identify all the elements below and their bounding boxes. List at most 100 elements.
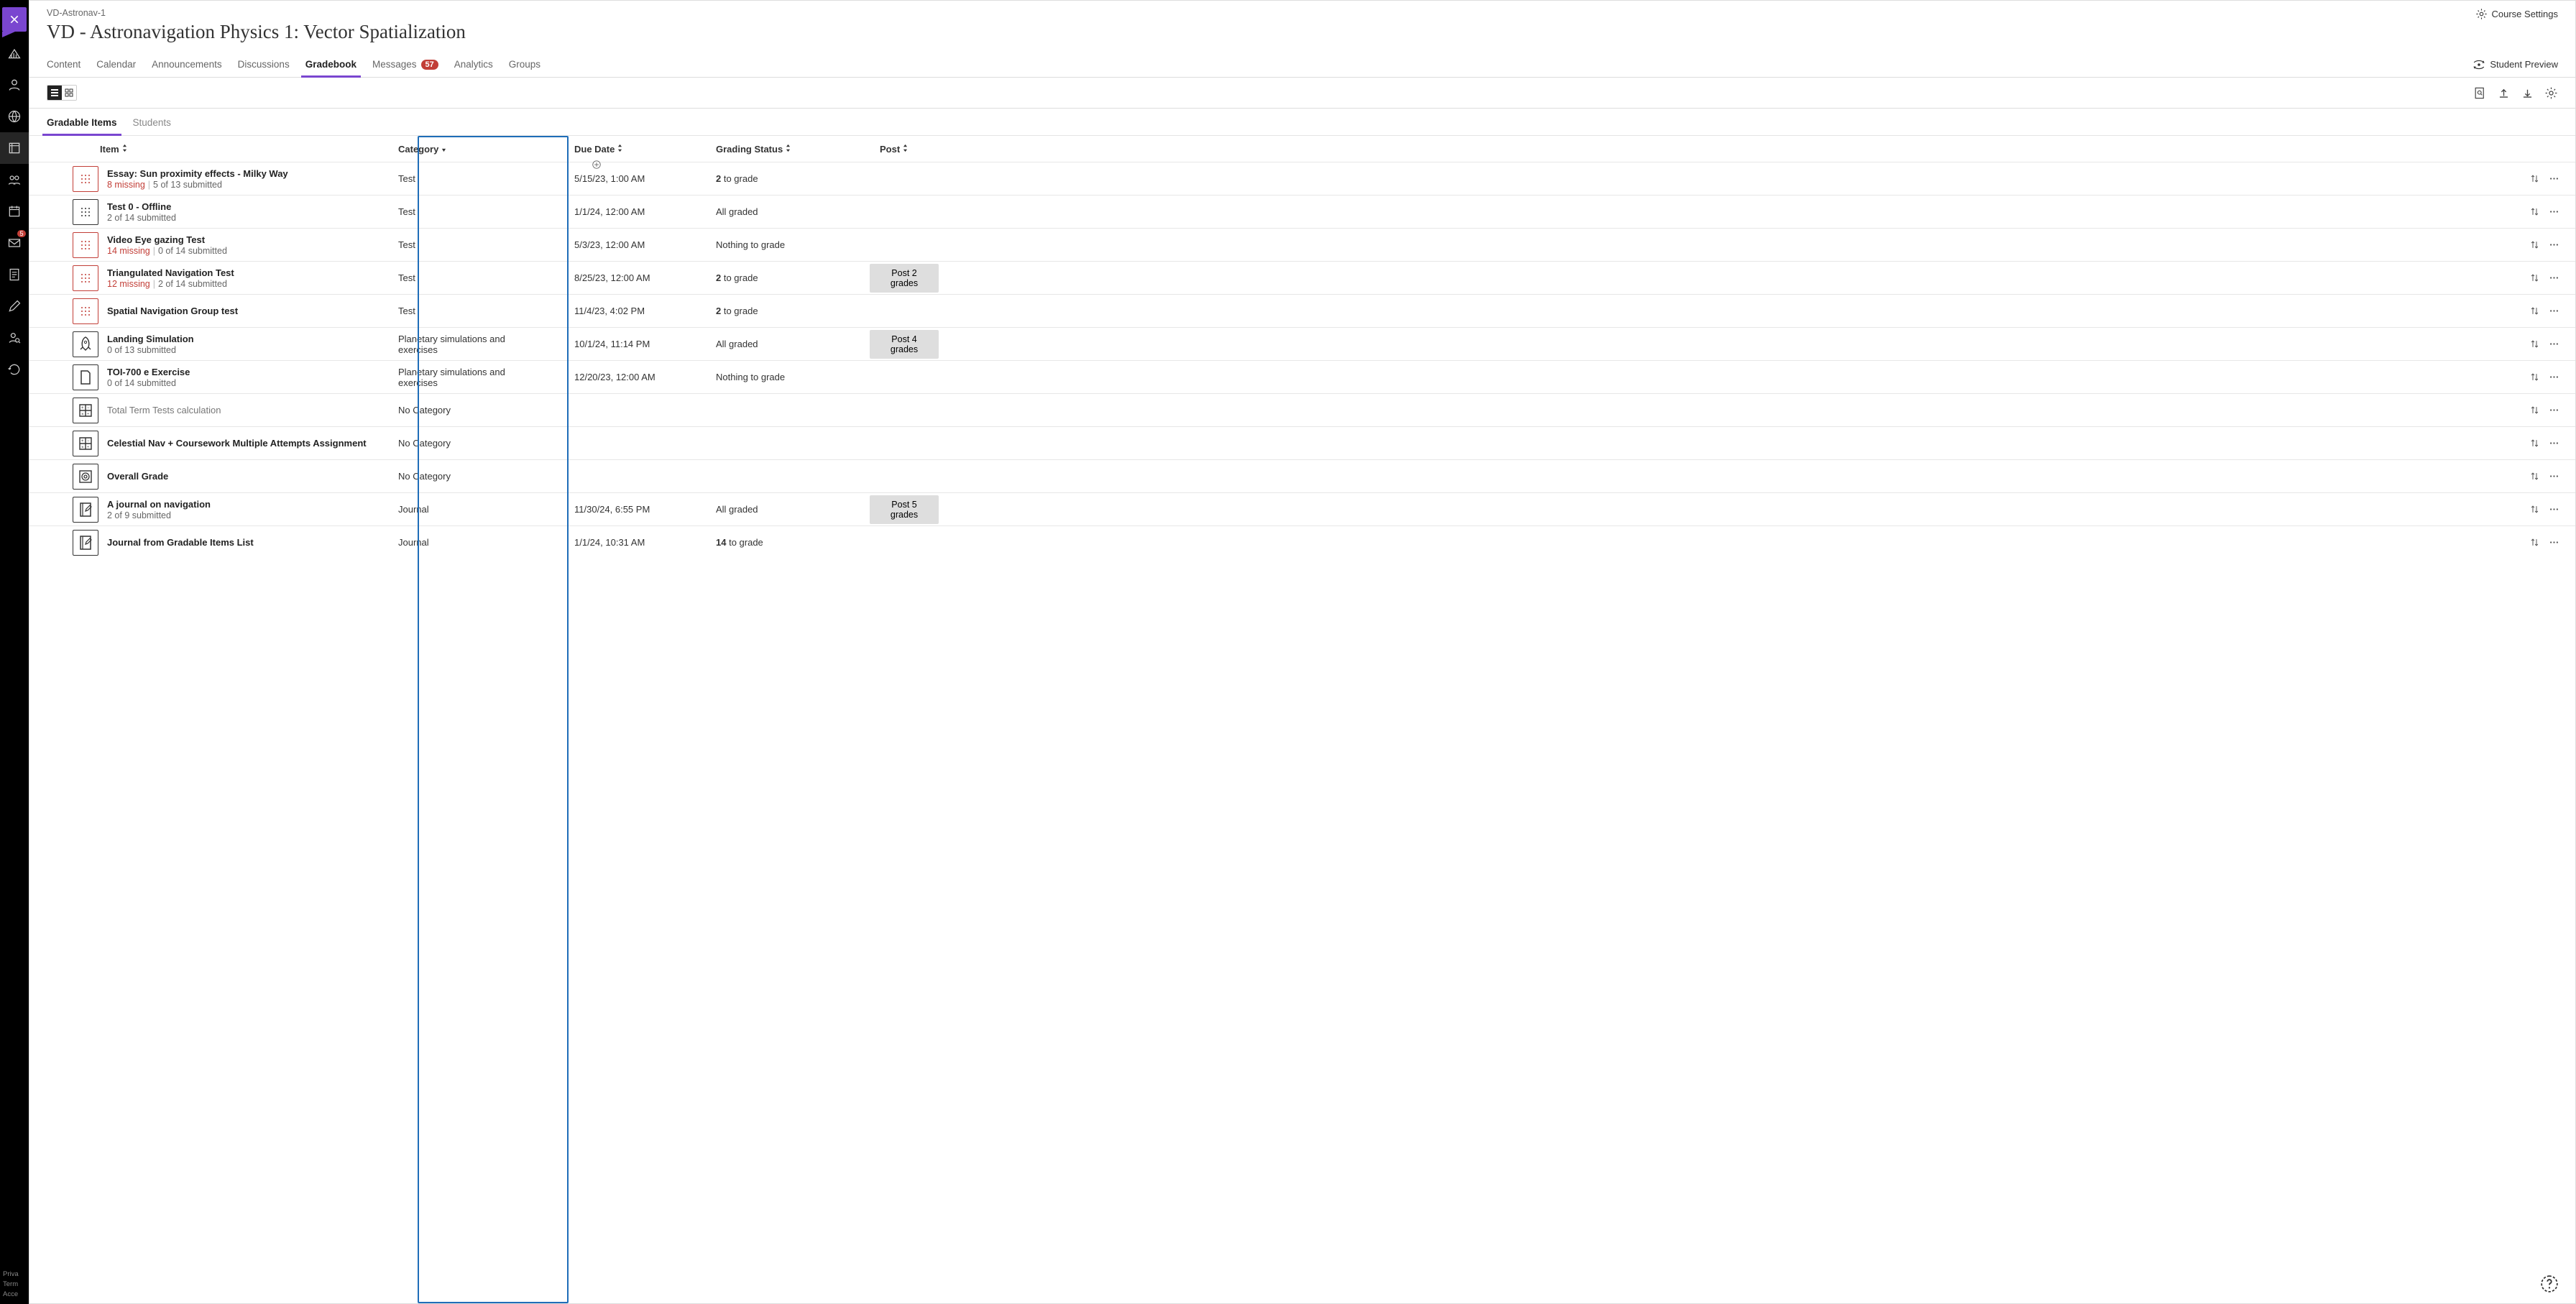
category-cell: Test <box>389 239 540 250</box>
row-menu-button[interactable] <box>2549 339 2559 349</box>
item-type-icon <box>73 265 98 291</box>
tab-calendar[interactable]: Calendar <box>96 52 136 77</box>
nav-institution-icon[interactable] <box>0 37 29 69</box>
row-menu-button[interactable] <box>2549 206 2559 217</box>
category-cell: Planetary simulations and exercises <box>389 334 540 355</box>
nav-profile-icon[interactable] <box>0 69 29 101</box>
item-title: Total Term Tests calculation <box>107 405 221 415</box>
table-row[interactable]: Test 0 - Offline2 of 14 submittedTest1/1… <box>29 195 2575 228</box>
reorder-button[interactable] <box>2529 272 2540 283</box>
row-menu-button[interactable] <box>2549 471 2559 482</box>
category-cell: No Category <box>389 438 540 449</box>
tab-analytics[interactable]: Analytics <box>454 52 493 77</box>
post-grades-button[interactable]: Post 5 grades <box>870 495 939 524</box>
search-items-button[interactable] <box>2473 86 2487 100</box>
nav-courses-icon[interactable] <box>0 132 29 164</box>
reorder-button[interactable] <box>2529 206 2540 217</box>
reorder-button[interactable] <box>2529 339 2540 349</box>
due-cell: 1/1/24, 12:00 AM <box>540 206 716 217</box>
table-row[interactable]: Essay: Sun proximity effects - Milky Way… <box>29 162 2575 195</box>
status-cell: Nothing to grade <box>716 372 867 382</box>
course-settings-button[interactable]: Course Settings <box>2475 8 2559 20</box>
gradebook-settings-button[interactable] <box>2544 86 2558 100</box>
status-cell: All graded <box>716 504 867 515</box>
table-row[interactable]: Total Term Tests calculationNo Category <box>29 393 2575 426</box>
col-header-status[interactable]: Grading Status <box>716 144 867 155</box>
item-type-icon <box>73 331 98 357</box>
tab-gradebook[interactable]: Gradebook <box>305 52 356 77</box>
nav-tools-icon[interactable] <box>0 290 29 322</box>
tab-groups[interactable]: Groups <box>509 52 540 77</box>
row-menu-button[interactable] <box>2549 272 2559 283</box>
reorder-button[interactable] <box>2529 372 2540 382</box>
row-menu-button[interactable] <box>2549 438 2559 449</box>
col-header-item[interactable]: Item <box>73 144 389 155</box>
table-row[interactable]: Journal from Gradable Items ListJournal1… <box>29 525 2575 559</box>
reorder-button[interactable] <box>2529 504 2540 515</box>
table-row[interactable]: A journal on navigation2 of 9 submittedJ… <box>29 492 2575 525</box>
table-row[interactable]: Celestial Nav + Coursework Multiple Atte… <box>29 426 2575 459</box>
view-list-button[interactable] <box>47 86 62 100</box>
status-cell: Nothing to grade <box>716 239 867 250</box>
table-row[interactable]: TOI-700 e Exercise0 of 14 submittedPlane… <box>29 360 2575 393</box>
category-cell: Test <box>389 206 540 217</box>
reorder-button[interactable] <box>2529 405 2540 415</box>
row-menu-button[interactable] <box>2549 537 2559 548</box>
table-row[interactable]: Spatial Navigation Group testTest11/4/23… <box>29 294 2575 327</box>
row-menu-button[interactable] <box>2549 306 2559 316</box>
upload-button[interactable] <box>2497 86 2511 100</box>
category-cell: Planetary simulations and exercises <box>389 367 540 388</box>
col-header-post[interactable]: Post <box>867 144 939 155</box>
reorder-button[interactable] <box>2529 306 2540 316</box>
category-cell: No Category <box>389 471 540 482</box>
due-cell: 12/20/23, 12:00 AM <box>540 372 716 382</box>
download-button[interactable] <box>2521 86 2534 100</box>
status-cell: 2 to grade <box>716 306 867 316</box>
reorder-button[interactable] <box>2529 173 2540 184</box>
table-row[interactable]: Triangulated Navigation Test12 missing|2… <box>29 261 2575 294</box>
view-grid-button[interactable] <box>62 86 76 100</box>
row-menu-button[interactable] <box>2549 504 2559 515</box>
post-grades-button[interactable]: Post 4 grades <box>870 330 939 359</box>
tab-announcements[interactable]: Announcements <box>152 52 222 77</box>
add-column-button[interactable] <box>592 160 602 172</box>
table-header: Item Category Due Date Grading Status Po… <box>29 136 2575 162</box>
reorder-button[interactable] <box>2529 438 2540 449</box>
nav-messages-icon[interactable]: 5 <box>0 227 29 259</box>
nav-calendar-icon[interactable] <box>0 196 29 227</box>
nav-history-icon[interactable] <box>0 354 29 385</box>
col-header-category[interactable]: Category <box>389 144 540 155</box>
table-row[interactable]: Video Eye gazing Test14 missing|0 of 14 … <box>29 228 2575 261</box>
nav-admin-icon[interactable] <box>0 322 29 354</box>
item-title: Spatial Navigation Group test <box>107 306 238 316</box>
row-menu-button[interactable] <box>2549 372 2559 382</box>
close-panel-button[interactable] <box>2 7 27 32</box>
category-cell: Journal <box>389 537 540 548</box>
tab-discussions[interactable]: Discussions <box>238 52 290 77</box>
category-cell: Journal <box>389 504 540 515</box>
due-cell: 11/4/23, 4:02 PM <box>540 306 716 316</box>
row-menu-button[interactable] <box>2549 173 2559 184</box>
post-grades-button[interactable]: Post 2 grades <box>870 264 939 293</box>
nav-messages-badge: 5 <box>17 230 26 237</box>
nav-organizations-icon[interactable] <box>0 164 29 196</box>
row-menu-button[interactable] <box>2549 405 2559 415</box>
reorder-button[interactable] <box>2529 239 2540 250</box>
nav-activity-icon[interactable] <box>0 101 29 132</box>
reorder-button[interactable] <box>2529 471 2540 482</box>
row-menu-button[interactable] <box>2549 239 2559 250</box>
tab-messages[interactable]: Messages 57 <box>372 52 438 77</box>
course-tabs: Content Calendar Announcements Discussio… <box>47 52 540 77</box>
table-row[interactable]: Overall GradeNo Category <box>29 459 2575 492</box>
subtab-gradable-items[interactable]: Gradable Items <box>47 110 117 135</box>
table-row[interactable]: Landing Simulation0 of 13 submittedPlane… <box>29 327 2575 360</box>
subtab-students[interactable]: Students <box>133 110 171 135</box>
nav-grades-icon[interactable] <box>0 259 29 290</box>
help-button[interactable] <box>2540 1275 2559 1295</box>
col-header-due[interactable]: Due Date <box>540 144 716 155</box>
reorder-button[interactable] <box>2529 537 2540 548</box>
tab-content[interactable]: Content <box>47 52 80 77</box>
gear-icon <box>2475 8 2488 20</box>
status-cell: All graded <box>716 206 867 217</box>
student-preview-button[interactable]: Student Preview <box>2472 58 2558 71</box>
